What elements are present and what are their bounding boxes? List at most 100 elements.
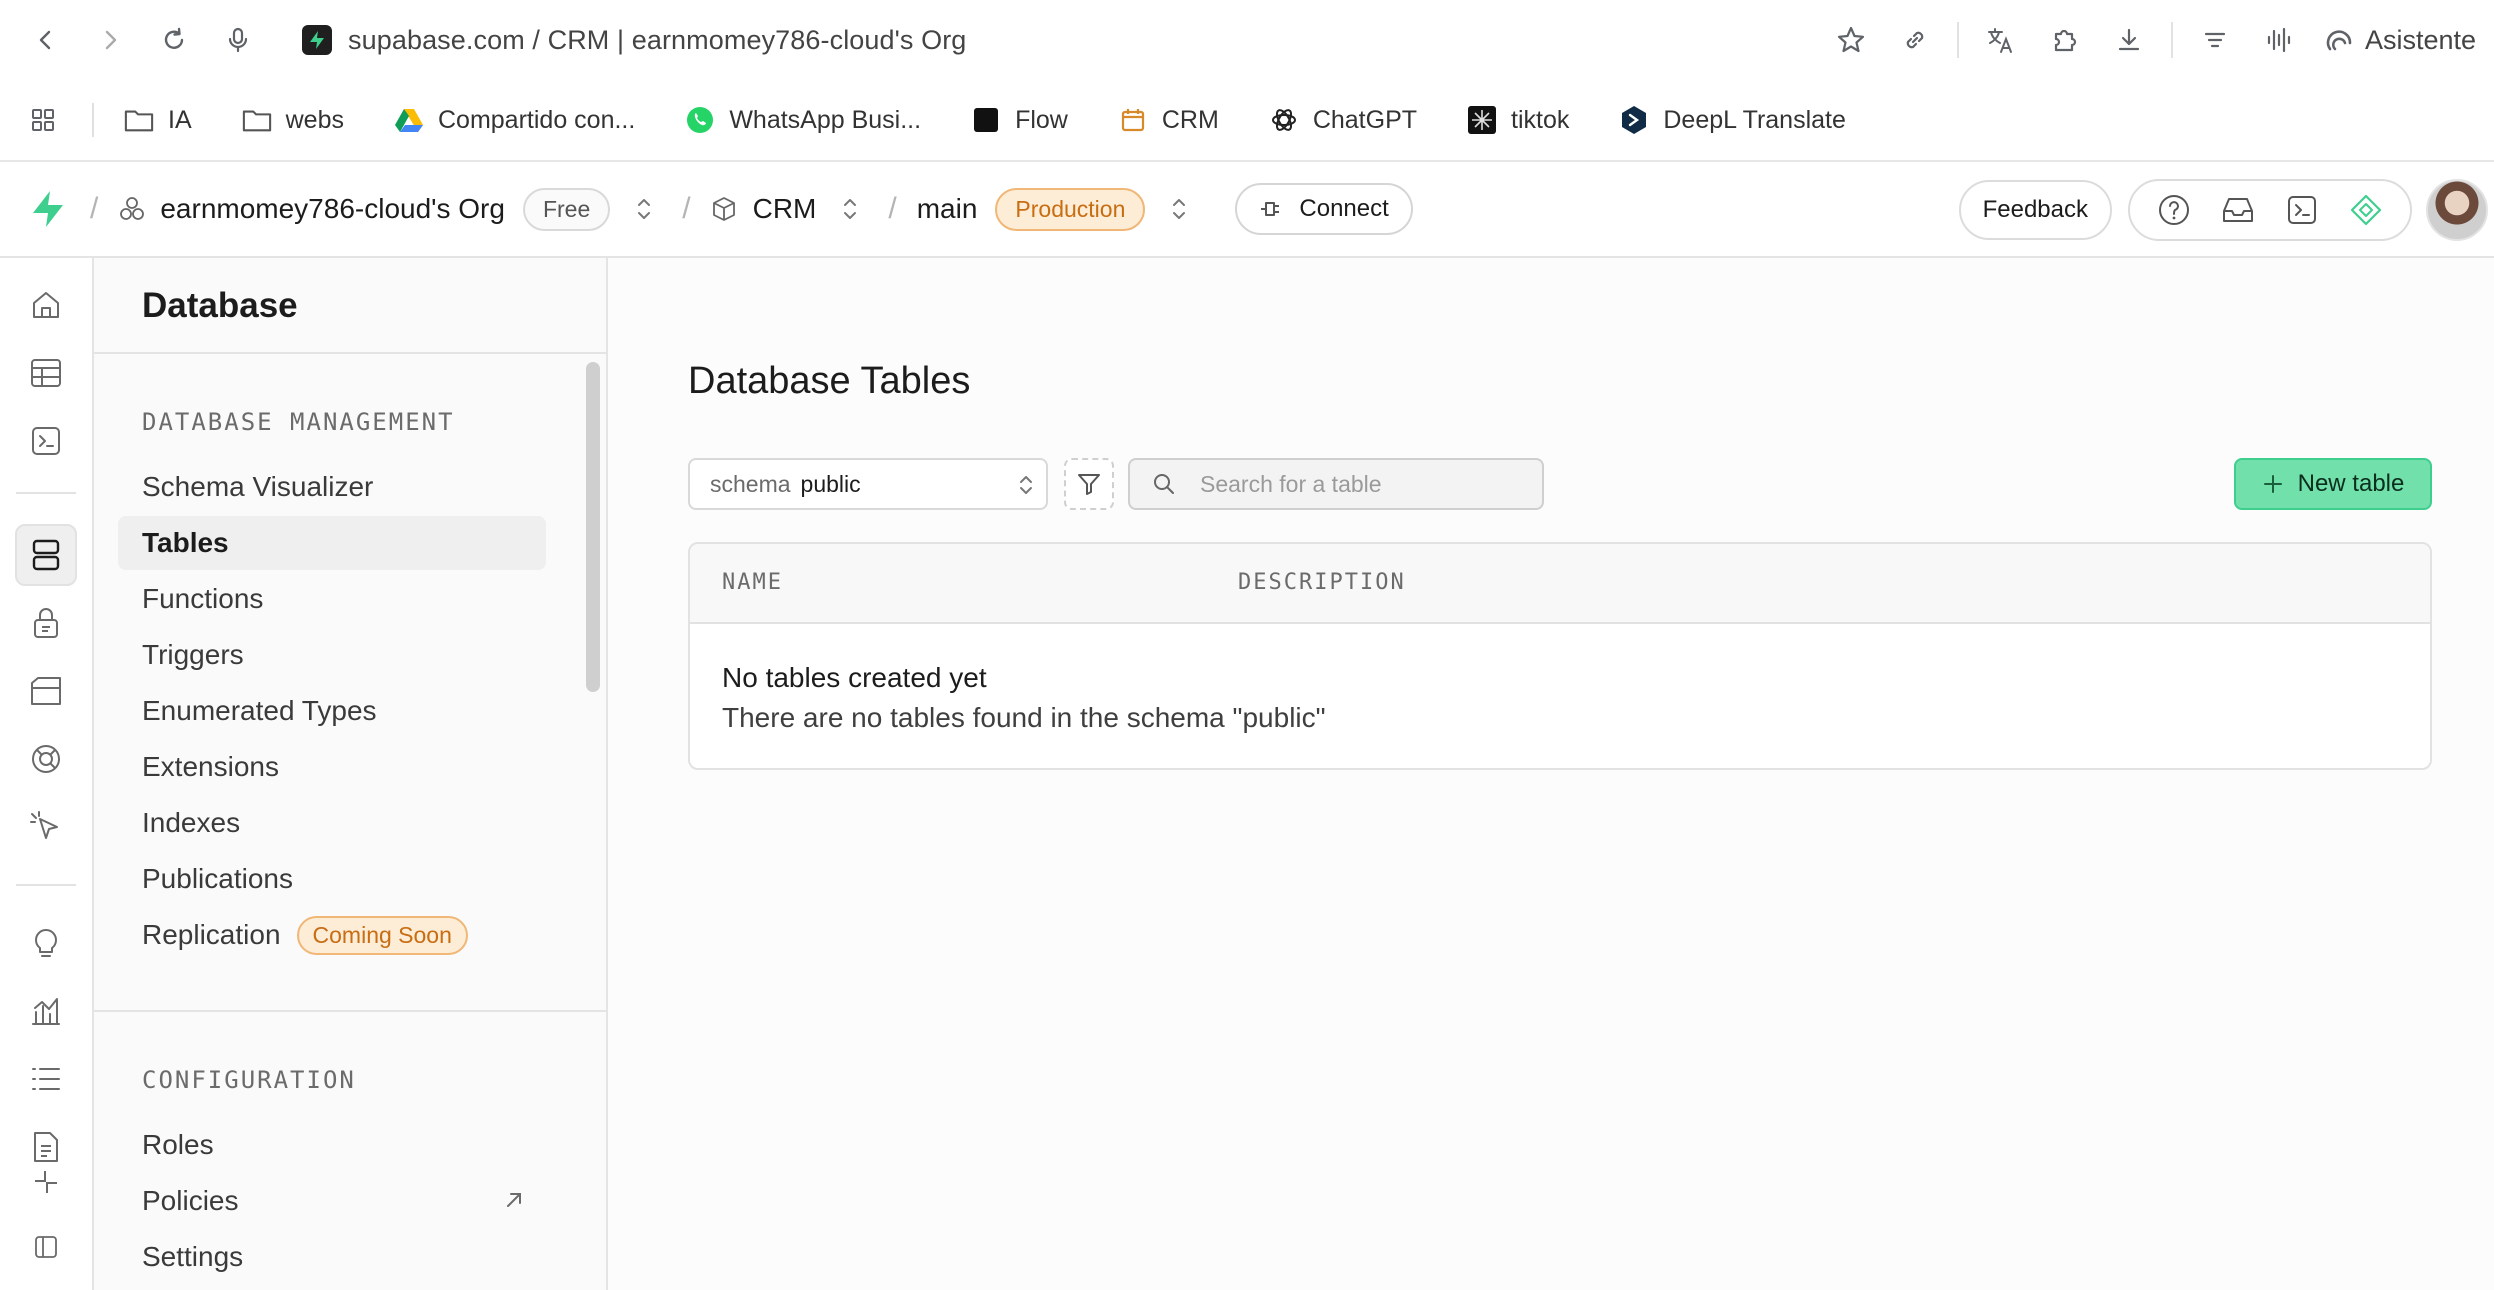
sidebar-item-schema-visualizer[interactable]: Schema Visualizer: [118, 460, 546, 514]
address-bar[interactable]: supabase.com / CRM | earnmomey786-cloud'…: [302, 16, 966, 64]
home-icon[interactable]: [15, 274, 77, 336]
rail-divider: [16, 884, 76, 886]
reload-icon[interactable]: [150, 16, 198, 64]
sql-editor-icon[interactable]: [15, 410, 77, 472]
avatar[interactable]: [2426, 179, 2488, 241]
bookmark-flow[interactable]: Flow: [971, 105, 1068, 135]
link-icon[interactable]: [1883, 8, 1947, 72]
browser-toolbar: supabase.com / CRM | earnmomey786-cloud'…: [0, 0, 2494, 80]
help-icon[interactable]: [2142, 182, 2206, 238]
sidebar-item-replication[interactable]: Replication Coming Soon: [118, 908, 546, 962]
storage-icon[interactable]: [15, 660, 77, 722]
calendar-icon: [1118, 105, 1148, 135]
toolbar-divider: [1956, 22, 1959, 58]
org-name[interactable]: earnmomey786-cloud's Org: [160, 193, 505, 225]
bookmark-chatgpt[interactable]: ChatGPT: [1269, 105, 1417, 135]
breadcrumb-separator: /: [682, 192, 691, 225]
bookmark-webs[interactable]: webs: [242, 105, 344, 135]
new-table-button[interactable]: New table: [2234, 458, 2432, 510]
api-docs-icon[interactable]: [15, 1116, 77, 1178]
deepl-icon: [1619, 105, 1649, 135]
sidebar-item-functions[interactable]: Functions: [118, 572, 546, 626]
bookmark-tiktok[interactable]: tiktok: [1467, 105, 1569, 135]
bookmark-label: IA: [168, 105, 192, 134]
branch-switcher-chevron-icon[interactable]: [1161, 189, 1197, 229]
reports-chart-icon[interactable]: [15, 980, 77, 1042]
sidebar-item-tables[interactable]: Tables: [118, 516, 546, 570]
sidebar-item-extensions[interactable]: Extensions: [118, 740, 546, 794]
back-icon[interactable]: [22, 16, 70, 64]
filter-button[interactable]: [1064, 458, 1114, 510]
plug-icon: [1261, 202, 1280, 216]
bookmark-crm[interactable]: CRM: [1118, 105, 1219, 135]
sidebar-item-roles[interactable]: Roles: [118, 1118, 546, 1172]
sidebar-item-label: Extensions: [142, 751, 279, 782]
project-box-icon: [711, 196, 737, 222]
environment-badge: Production: [995, 187, 1146, 231]
section-title-configuration: CONFIGURATION: [142, 1066, 356, 1094]
sidebar-item-policies[interactable]: Policies: [118, 1174, 546, 1228]
supabase-favicon-icon: [302, 25, 332, 55]
branch-name[interactable]: main: [917, 193, 978, 225]
audio-wave-icon[interactable]: [2247, 8, 2311, 72]
page-title: Database Tables: [688, 360, 971, 402]
feedback-button[interactable]: Feedback: [1958, 180, 2112, 240]
sidebar-item-label: Roles: [142, 1129, 214, 1160]
project-switcher-chevron-icon[interactable]: [832, 189, 868, 229]
bookmark-compartido[interactable]: Compartido con...: [394, 105, 635, 135]
bookmark-deepl[interactable]: DeepL Translate: [1619, 105, 1846, 135]
terminal-icon[interactable]: [2270, 182, 2334, 238]
supabase-logo-icon[interactable]: [26, 187, 70, 231]
extensions-icon[interactable]: [2033, 8, 2097, 72]
integrations-icon[interactable]: [15, 1170, 77, 1194]
sidebar-item-publications[interactable]: Publications: [118, 852, 546, 906]
realtime-icon[interactable]: [15, 728, 77, 790]
sidebar-divider: [94, 352, 606, 354]
apps-grid-icon[interactable]: [28, 105, 72, 135]
chevron-updown-icon: [1018, 472, 1034, 498]
search-field[interactable]: [1128, 458, 1544, 510]
forward-icon[interactable]: [86, 16, 134, 64]
assistant-diamond-icon[interactable]: [2334, 182, 2398, 238]
assistant-button[interactable]: Asistente: [2325, 25, 2476, 56]
sidebar-item-label: Indexes: [142, 807, 241, 838]
new-table-label: New table: [2297, 470, 2405, 497]
sidebar-scrollbar[interactable]: [586, 362, 600, 692]
search-input[interactable]: [1200, 470, 1520, 498]
address-url[interactable]: supabase.com / CRM | earnmomey786-cloud'…: [348, 25, 966, 56]
microphone-icon[interactable]: [214, 16, 262, 64]
logs-list-icon[interactable]: [15, 1048, 77, 1110]
download-icon[interactable]: [2097, 8, 2161, 72]
database-icon[interactable]: [15, 524, 77, 586]
project-name[interactable]: CRM: [753, 193, 817, 225]
advisors-lightbulb-icon[interactable]: [15, 912, 77, 974]
plus-icon: [2263, 475, 2282, 493]
org-switcher-chevron-icon[interactable]: [626, 189, 662, 229]
authentication-lock-icon[interactable]: [15, 592, 77, 654]
reading-list-icon[interactable]: [2183, 8, 2247, 72]
bookmark-star-icon[interactable]: [1819, 8, 1883, 72]
edge-functions-cursor-icon[interactable]: [15, 796, 77, 858]
bookmark-label: Flow: [1015, 105, 1068, 134]
connect-button[interactable]: Connect: [1235, 183, 1413, 235]
breadcrumb-separator: /: [888, 192, 897, 225]
sidebar-item-triggers[interactable]: Triggers: [118, 628, 546, 682]
sidebar-item-label: Settings: [142, 1241, 244, 1272]
folder-icon: [124, 105, 154, 135]
sidebar-item-label: Publications: [142, 863, 293, 894]
bookmark-whatsapp[interactable]: WhatsApp Busi...: [685, 105, 921, 135]
app-header: / earnmomey786-cloud's Org Free / CRM / …: [0, 162, 2494, 258]
schema-selector[interactable]: schema public: [688, 458, 1048, 510]
sidebar-item-enumerated-types[interactable]: Enumerated Types: [118, 684, 546, 738]
inbox-icon[interactable]: [2206, 182, 2270, 238]
bookmark-ia[interactable]: IA: [124, 105, 192, 135]
sidebar-item-settings[interactable]: Settings: [118, 1230, 546, 1284]
collapse-sidebar-icon[interactable]: [15, 1216, 77, 1278]
toolbar-divider: [2170, 22, 2173, 58]
translate-icon[interactable]: [1969, 8, 2033, 72]
sidebar-item-indexes[interactable]: Indexes: [118, 796, 546, 850]
table-editor-icon[interactable]: [15, 342, 77, 404]
column-header-name: NAME: [722, 570, 783, 595]
breadcrumb-separator: /: [90, 192, 99, 225]
bookmarks-bar: IA webs Compartido con... WhatsApp Busi.…: [0, 80, 2494, 162]
